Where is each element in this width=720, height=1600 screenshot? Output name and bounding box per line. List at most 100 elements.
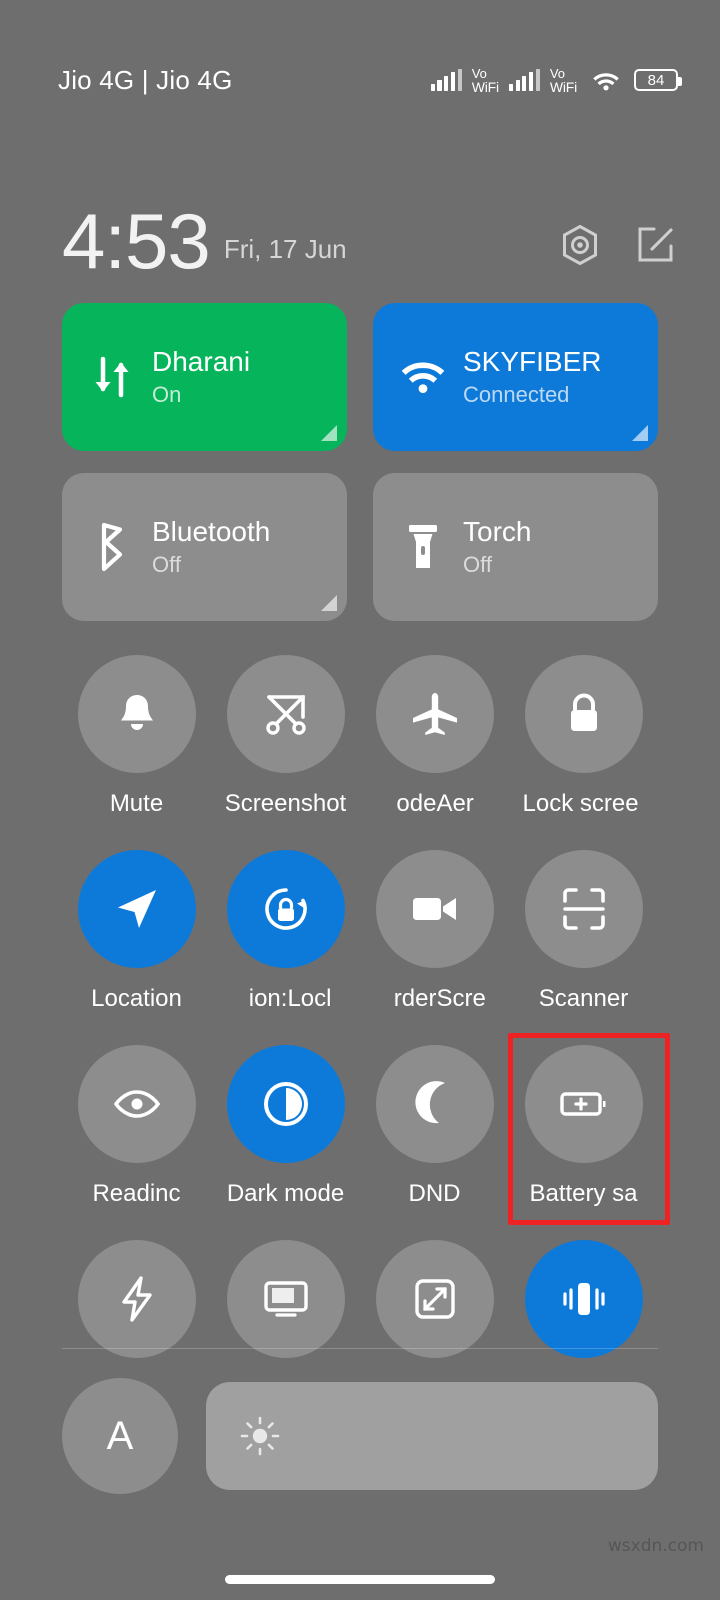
vowifi-sim2-label: Vo WiFi	[550, 67, 577, 94]
mobile-data-title: Dharani	[152, 346, 251, 378]
expand-corner-icon[interactable]	[632, 425, 648, 441]
edit-tiles-icon[interactable]	[636, 225, 676, 265]
sun-brightness-icon	[238, 1414, 282, 1458]
scanner-label: Scanner	[538, 985, 629, 1012]
toggle-dnd[interactable]: DND	[360, 1045, 509, 1208]
signal-strength-sim2-icon	[508, 69, 540, 91]
toggle-row-3: Readinc Dark mode DND Battery sa	[62, 1045, 658, 1208]
vowifi-sim1-line2: WiFi	[471, 78, 499, 95]
toggle-lock-screen[interactable]: Lock scree	[509, 655, 658, 818]
settings-hexagon-icon[interactable]	[560, 224, 600, 266]
toggle-second-space[interactable]	[360, 1240, 509, 1375]
battery-icon: 84	[634, 69, 682, 91]
resize-arrows-icon	[413, 1277, 457, 1321]
lock-screen-label: Lock scree	[522, 790, 639, 817]
aeroplane-icon	[411, 691, 459, 737]
toggle-rotation-lock[interactable]: :ion Locl	[211, 850, 360, 1013]
monitor-icon	[262, 1278, 310, 1320]
toggle-power-boost[interactable]	[62, 1240, 211, 1375]
torch-tile[interactable]: Torch Off	[373, 473, 658, 621]
vowifi-sim1-label: Vo WiFi	[472, 67, 499, 94]
dnd-label: DND	[408, 1180, 461, 1207]
contrast-circle-icon	[262, 1080, 310, 1128]
big-tiles-row-1: Dharani On SKYFIBER Connected	[62, 303, 658, 451]
wifi-title: SKYFIBER	[463, 346, 602, 378]
big-tiles-row-2: Bluetooth Off Torch Off	[62, 473, 658, 621]
panel-divider	[62, 1348, 658, 1349]
camcorder-icon	[411, 892, 459, 926]
vowifi-sim2-line1: Vo	[549, 65, 565, 81]
expand-corner-icon[interactable]	[321, 425, 337, 441]
auto-brightness-label: A	[106, 1413, 134, 1458]
dnd-circle[interactable]	[375, 1045, 494, 1163]
vibrate-circle[interactable]	[524, 1240, 643, 1358]
toggle-scanner[interactable]: Scanner	[509, 850, 658, 1013]
toggle-aeroplane-mode[interactable]: ode Aer	[360, 655, 509, 818]
bell-icon	[116, 691, 158, 737]
toggle-battery-saver[interactable]: Battery sa	[509, 1045, 658, 1208]
vowifi-sim2-line2: WiFi	[549, 78, 577, 95]
aeroplane-mode-label-right: Aer	[436, 790, 474, 817]
toggle-mute[interactable]: Mute	[62, 655, 211, 818]
screen-recorder-label-left: rder	[393, 985, 437, 1012]
status-bar: Jio 4G | Jio 4G Vo WiFi Vo WiFi 84	[0, 0, 720, 160]
toggle-reading-mode[interactable]: Readinc	[62, 1045, 211, 1208]
moon-icon	[413, 1081, 457, 1127]
reading-mode-circle[interactable]	[77, 1045, 196, 1163]
lock-screen-circle[interactable]	[524, 655, 643, 773]
wifi-icon	[591, 69, 621, 91]
toggle-cast-screen[interactable]	[211, 1240, 360, 1375]
toggle-vibrate[interactable]	[509, 1240, 658, 1375]
battery-saver-circle[interactable]	[524, 1045, 643, 1163]
rotation-lock-label-group: :ion Locl	[211, 985, 360, 1013]
mute-circle[interactable]	[77, 655, 196, 773]
toggle-row-2: Location :ion Locl rder Scre Scanner	[62, 850, 658, 1013]
reading-mode-label: Readinc	[92, 1180, 181, 1207]
clock-time: 4:53	[62, 197, 211, 286]
mute-label: Mute	[109, 790, 164, 817]
aeroplane-mode-label-group: ode Aer	[360, 790, 509, 818]
scanner-circle[interactable]	[524, 850, 643, 968]
screen-recorder-circle[interactable]	[375, 850, 494, 968]
expand-corner-icon[interactable]	[321, 595, 337, 611]
clock-row: 4:53 Fri, 17 Jun	[0, 178, 720, 286]
rotation-lock-label-right: Locl	[287, 985, 332, 1012]
screenshot-circle[interactable]	[226, 655, 345, 773]
toggle-screen-recorder[interactable]: rder Scre	[360, 850, 509, 1013]
brightness-row: A	[62, 1378, 658, 1494]
bluetooth-tile[interactable]: Bluetooth Off	[62, 473, 347, 621]
lightning-bolt-icon	[119, 1275, 155, 1323]
second-space-circle[interactable]	[375, 1240, 494, 1358]
aeroplane-mode-circle[interactable]	[375, 655, 494, 773]
power-boost-circle[interactable]	[77, 1240, 196, 1358]
toggle-screenshot[interactable]: Screenshot	[211, 655, 360, 818]
torch-title: Torch	[463, 516, 532, 548]
wifi-tile[interactable]: SKYFIBER Connected	[373, 303, 658, 451]
eye-icon	[112, 1088, 162, 1120]
toggle-location[interactable]: Location	[62, 850, 211, 1013]
battery-plus-icon	[559, 1089, 609, 1119]
clock-actions	[560, 224, 676, 266]
dark-mode-circle[interactable]	[226, 1045, 345, 1163]
brightness-slider[interactable]	[206, 1382, 658, 1490]
battery-saver-label: Battery sa	[529, 1180, 638, 1207]
rotation-lock-label-left: :ion	[248, 985, 288, 1012]
aeroplane-mode-label-left: ode	[396, 790, 437, 817]
bluetooth-title: Bluetooth	[152, 516, 271, 548]
watermark: wsxdn.com	[607, 1536, 704, 1556]
lock-icon	[564, 690, 604, 738]
auto-brightness-button[interactable]: A	[62, 1378, 178, 1494]
cast-screen-circle[interactable]	[226, 1240, 345, 1358]
carrier-label: Jio 4G | Jio 4G	[58, 64, 233, 95]
home-indicator[interactable]	[225, 1575, 495, 1584]
rotation-lock-icon	[261, 884, 311, 934]
wifi-subtitle: Connected	[463, 382, 570, 408]
torch-subtitle: Off	[463, 552, 492, 578]
rotation-lock-circle[interactable]	[226, 850, 345, 968]
location-circle[interactable]	[77, 850, 196, 968]
toggle-dark-mode[interactable]: Dark mode	[211, 1045, 360, 1208]
screenshot-label: Screenshot	[224, 790, 347, 817]
scan-frame-icon	[561, 886, 607, 932]
mobile-data-tile[interactable]: Dharani On	[62, 303, 347, 451]
wifi-icon	[397, 357, 449, 397]
